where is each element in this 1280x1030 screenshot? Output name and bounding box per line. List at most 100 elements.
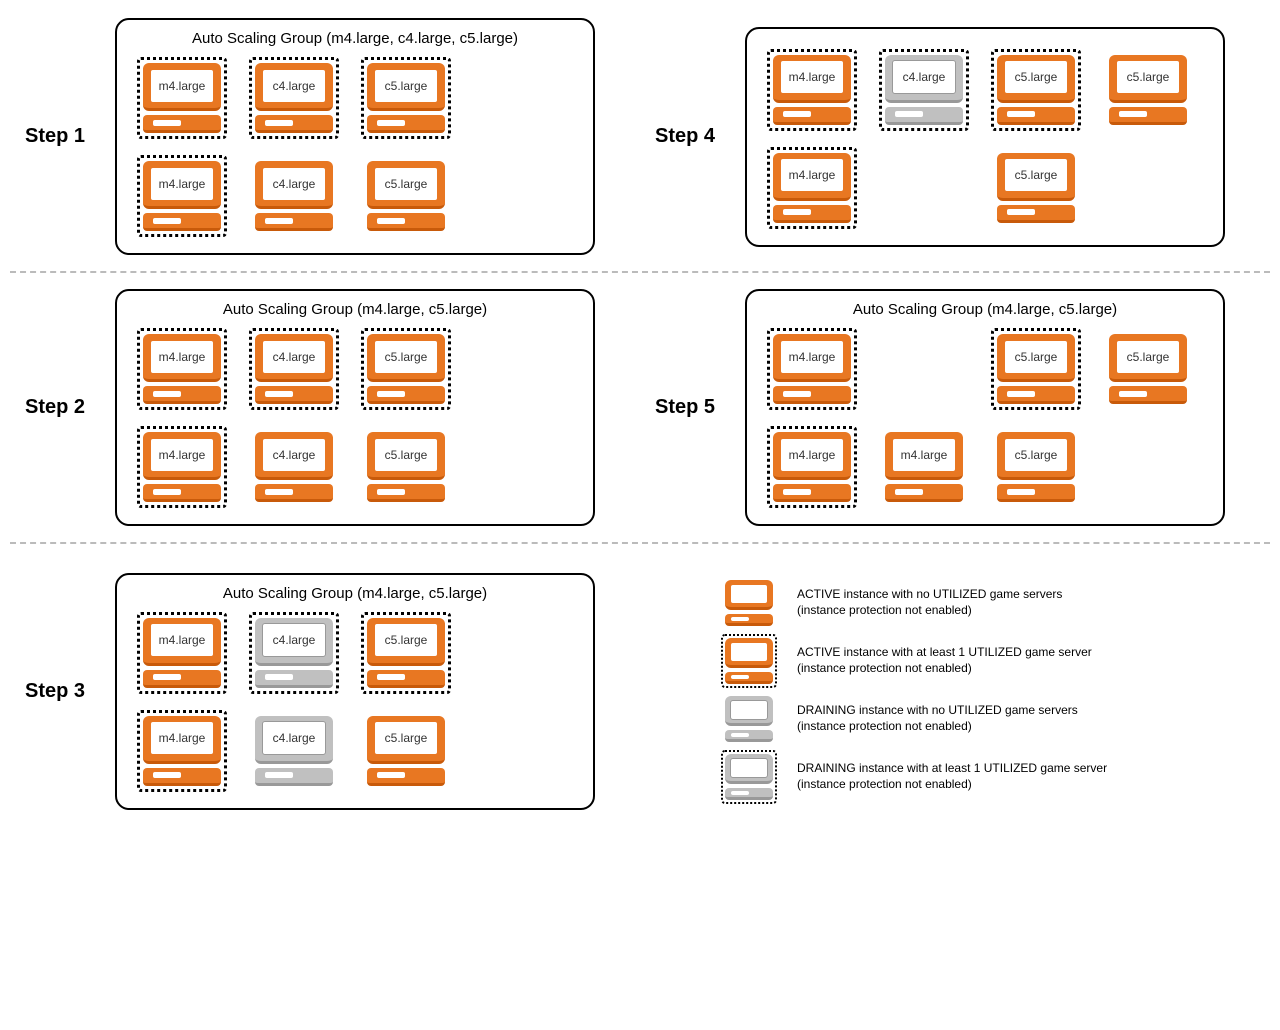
instance-grid: m4.largec4.largec5.largem4.largec4.large…: [132, 53, 578, 241]
instance-label: c5.large: [1004, 438, 1068, 472]
instance: c4.large: [244, 53, 344, 143]
instance: c5.large: [1098, 45, 1198, 135]
instance: c5.large: [356, 151, 456, 241]
asg-box: Auto Scaling Group (m4.large, c5.large) …: [745, 289, 1225, 526]
diagram-grid: Step 1 Auto Scaling Group (m4.large, c4.…: [10, 10, 1270, 830]
instance-grid: m4.large c4.large c5.large c5.large m4.large…: [762, 45, 1208, 233]
step-5: Step 5 Auto Scaling Group (m4.large, c5.…: [640, 281, 1270, 534]
base-icon: [255, 115, 333, 133]
legend-row: DRAINING instance with no UTILIZED game …: [725, 696, 1107, 742]
base-icon: [367, 115, 445, 133]
step-1: Step 1 Auto Scaling Group (m4.large, c4.…: [10, 10, 640, 263]
base-icon: [143, 670, 221, 688]
asg-title: [762, 37, 1208, 45]
base-icon: [255, 386, 333, 404]
legend-icon: [725, 638, 781, 684]
monitor-icon: c5.large: [367, 63, 445, 111]
legend-row: DRAINING instance with at least 1 UTILIZ…: [725, 754, 1107, 800]
monitor-icon: c5.large: [997, 334, 1075, 382]
base-icon: [1109, 107, 1187, 125]
asg-title: Auto Scaling Group (m4.large, c5.large): [762, 299, 1208, 324]
base-icon: [143, 213, 221, 231]
monitor-icon: m4.large: [773, 55, 851, 103]
asg-box: m4.large c4.large c5.large c5.large m4.large…: [745, 27, 1225, 247]
instance-label: c4.large: [262, 623, 326, 657]
instance: m4.large: [132, 151, 232, 241]
base-icon: [143, 386, 221, 404]
step-3: Step 3 Auto Scaling Group (m4.large, c5.…: [10, 552, 640, 830]
divider: [10, 271, 1270, 273]
asg-box: Auto Scaling Group (m4.large, c4.large, …: [115, 18, 595, 255]
instance: [468, 608, 568, 698]
legend-icon: [725, 696, 781, 742]
instance-label: m4.large: [150, 69, 214, 103]
instance: [1098, 143, 1198, 233]
instance: c4.large: [244, 422, 344, 512]
base-icon: [773, 107, 851, 125]
instance: [468, 324, 568, 414]
instance: c4.large: [244, 324, 344, 414]
asg-box: Auto Scaling Group (m4.large, c5.large) …: [115, 573, 595, 810]
instance-label: m4.large: [780, 438, 844, 472]
monitor-icon: c4.large: [255, 334, 333, 382]
instance-label: c4.large: [262, 69, 326, 103]
instance-label: c4.large: [892, 60, 956, 94]
instance-label: c5.large: [1004, 158, 1068, 192]
instance-label: c4.large: [262, 438, 326, 472]
instance: m4.large: [762, 324, 862, 414]
legend-text: DRAINING instance with at least 1 UTILIZ…: [797, 761, 1107, 792]
instance-label: c5.large: [374, 340, 438, 374]
base-icon: [255, 484, 333, 502]
instance: [1098, 422, 1198, 512]
base-icon: [255, 670, 333, 688]
instance: c5.large: [356, 422, 456, 512]
base-icon: [997, 484, 1075, 502]
instance: [468, 53, 568, 143]
instance: c4.large: [244, 706, 344, 796]
asg-title: Auto Scaling Group (m4.large, c4.large, …: [132, 28, 578, 53]
instance-label: c5.large: [374, 623, 438, 657]
instance: c4.large: [874, 45, 974, 135]
asg-title: Auto Scaling Group (m4.large, c5.large): [132, 299, 578, 324]
instance: m4.large: [762, 422, 862, 512]
instance-label: m4.large: [150, 623, 214, 657]
legend-area: ACTIVE instance with no UTILIZED game se…: [655, 560, 1117, 822]
step-label: Step 2: [25, 396, 115, 419]
instance-label: m4.large: [892, 438, 956, 472]
instance-grid: m4.largec4.largec5.largem4.largec4.large…: [132, 324, 578, 512]
instance-label: c5.large: [1116, 60, 1180, 94]
instance-label: c5.large: [374, 438, 438, 472]
monitor-icon: c5.large: [367, 716, 445, 764]
base-icon: [885, 484, 963, 502]
instance-label: c5.large: [1004, 60, 1068, 94]
step-label: Step 1: [25, 125, 115, 148]
instance: c5.large: [986, 45, 1086, 135]
instance: [874, 143, 974, 233]
base-icon: [367, 670, 445, 688]
monitor-icon: m4.large: [143, 716, 221, 764]
base-icon: [367, 213, 445, 231]
instance: c5.large: [1098, 324, 1198, 414]
legend-icon: [725, 754, 781, 800]
instance: m4.large: [762, 143, 862, 233]
instance-label: m4.large: [780, 158, 844, 192]
base-icon: [997, 386, 1075, 404]
monitor-icon: c5.large: [997, 153, 1075, 201]
instance: m4.large: [132, 53, 232, 143]
instance: m4.large: [762, 45, 862, 135]
legend-row: ACTIVE instance with at least 1 UTILIZED…: [725, 638, 1107, 684]
step-label: Step 5: [655, 396, 745, 419]
base-icon: [143, 115, 221, 133]
monitor-icon: c5.large: [1109, 55, 1187, 103]
instance: c5.large: [986, 422, 1086, 512]
instance: c5.large: [986, 143, 1086, 233]
instance-grid: m4.large c5.large c5.large m4.large m4.large…: [762, 324, 1208, 512]
base-icon: [255, 213, 333, 231]
monitor-icon: m4.large: [143, 161, 221, 209]
monitor-icon: m4.large: [143, 618, 221, 666]
legend-text: ACTIVE instance with no UTILIZED game se…: [797, 587, 1062, 618]
instance: [468, 706, 568, 796]
asg-title: Auto Scaling Group (m4.large, c5.large): [132, 583, 578, 608]
instance-label: c5.large: [1004, 340, 1068, 374]
instance: [874, 324, 974, 414]
